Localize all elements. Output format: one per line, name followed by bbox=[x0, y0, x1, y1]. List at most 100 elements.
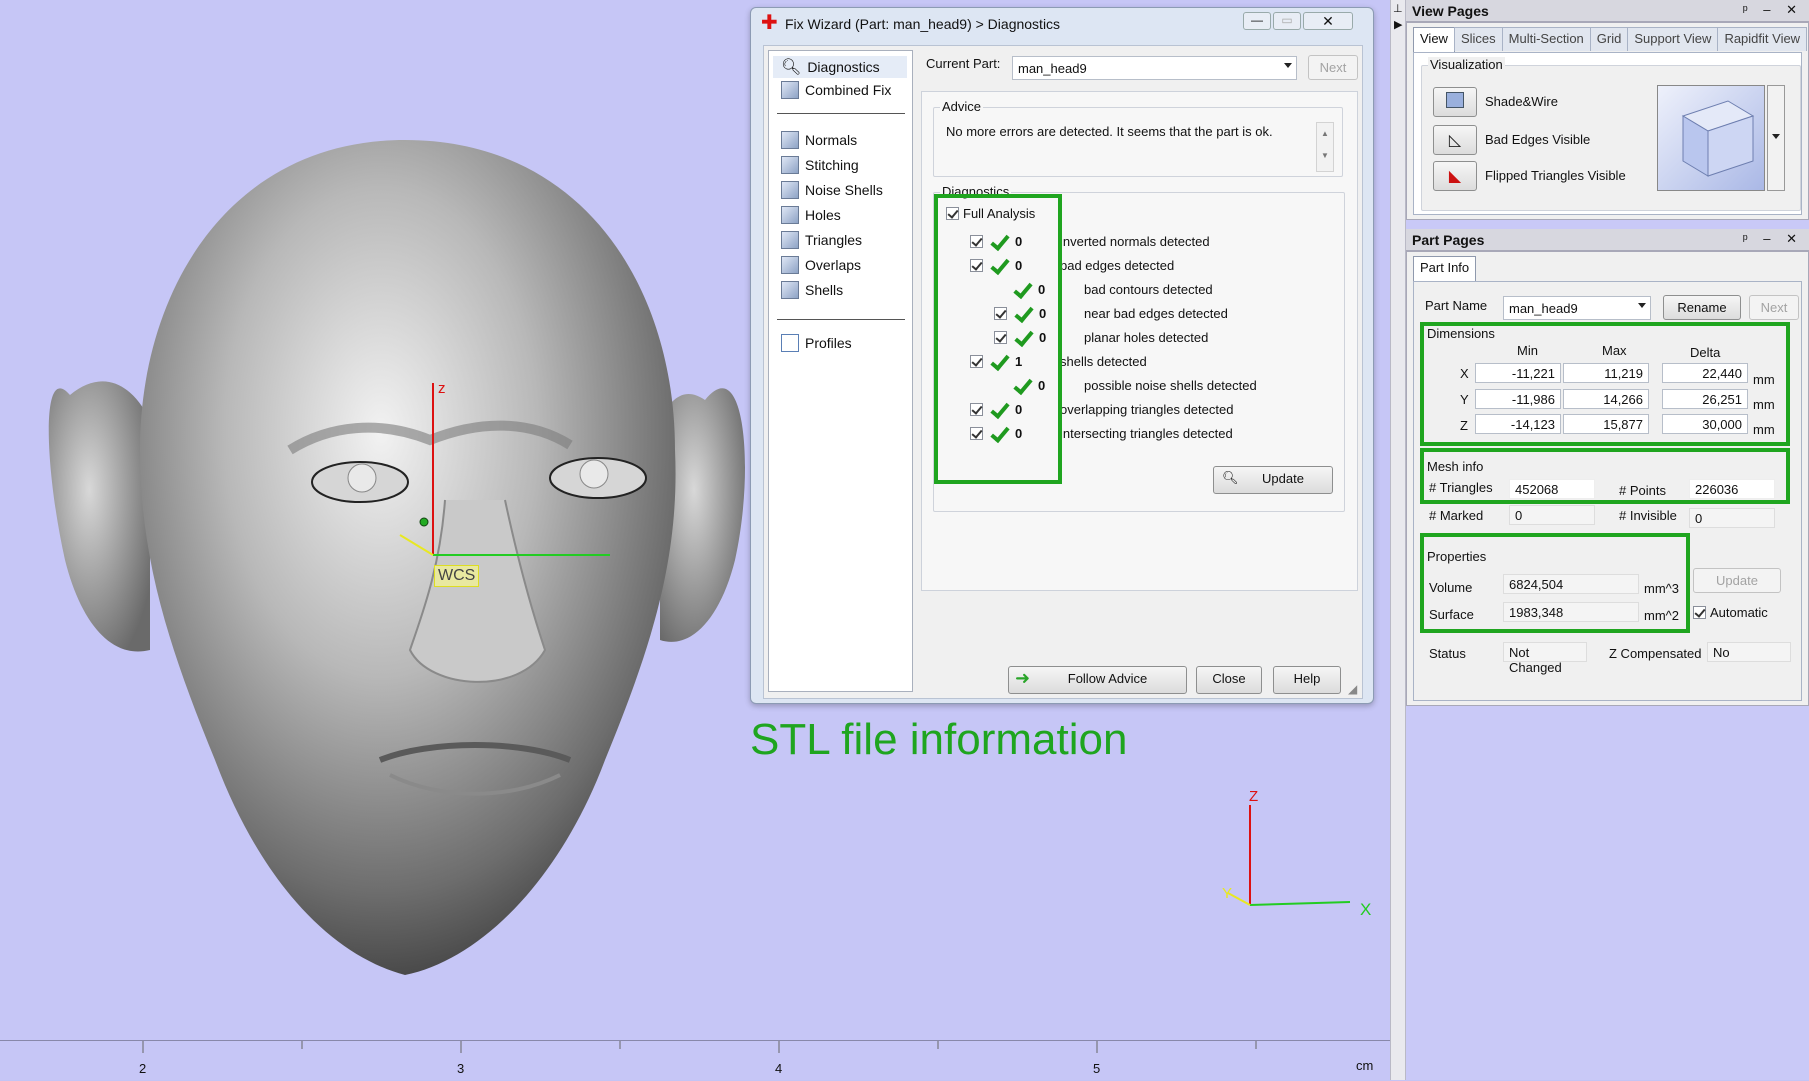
minimize-icon[interactable]: — bbox=[1243, 12, 1271, 30]
diag-text: overlapping triangles detected bbox=[1060, 402, 1234, 417]
chevron-down-icon bbox=[1284, 63, 1292, 68]
magnifier-icon: 🔍︎ bbox=[1222, 470, 1239, 485]
nav-item-profiles[interactable]: Profiles bbox=[781, 334, 852, 352]
invisible-value: 0 bbox=[1689, 508, 1775, 528]
overlaps-icon bbox=[781, 256, 799, 274]
wcs-label: WCS bbox=[434, 565, 480, 587]
marked-value: 0 bbox=[1509, 505, 1595, 525]
ruler-tick-4: 4 bbox=[775, 1061, 783, 1076]
flipped-triangles-icon: ◣ bbox=[1448, 168, 1462, 185]
part-name-select[interactable]: man_head9 bbox=[1503, 296, 1651, 320]
view-tabs: View Slices Multi-Section Grid Support V… bbox=[1413, 27, 1808, 52]
current-part-select[interactable]: man_head9 bbox=[1012, 56, 1297, 80]
flipped-triangles-button[interactable]: ◣ bbox=[1433, 161, 1477, 191]
noise-shells-icon bbox=[781, 181, 799, 199]
tab-slices[interactable]: Slices bbox=[1453, 27, 1503, 51]
close-button[interactable]: Close bbox=[1196, 666, 1262, 694]
nav-item-normals[interactable]: Normals bbox=[781, 131, 857, 149]
flipped-triangles-label: Flipped Triangles Visible bbox=[1485, 168, 1626, 183]
nav-item-combined-fix[interactable]: Combined Fix bbox=[781, 81, 891, 99]
current-part-label: Current Part: bbox=[926, 56, 1001, 71]
ruler-tick-5: 5 bbox=[1093, 1061, 1101, 1076]
view-cube-icon bbox=[1681, 100, 1755, 177]
resize-grip-icon[interactable]: ◢ bbox=[1348, 682, 1357, 696]
red-cross-icon: ✚ bbox=[761, 12, 778, 34]
fix-wizard-dialog: ✚ Fix Wizard (Part: man_head9) > Diagnos… bbox=[750, 7, 1374, 704]
tab-support-view[interactable]: Support View bbox=[1627, 27, 1719, 51]
part-tabs: Part Info bbox=[1413, 256, 1477, 281]
collapse-arrow-icon[interactable]: ▶ bbox=[1394, 18, 1402, 31]
nav-item-overlaps[interactable]: Overlaps bbox=[781, 256, 861, 274]
marked-label: # Marked bbox=[1429, 508, 1484, 523]
panel-controls-icon[interactable]: ᵖ – ✕ bbox=[1743, 231, 1803, 247]
part-pages-panel: Part Info Part Name man_head9 Rename Nex… bbox=[1406, 251, 1809, 706]
diag-text: shells detected bbox=[1060, 354, 1147, 369]
nav-item-stitching[interactable]: Stitching bbox=[781, 156, 859, 174]
dialog-titlebar[interactable]: ✚ Fix Wizard (Part: man_head9) > Diagnos… bbox=[751, 8, 1373, 38]
diagnostics-content: Advice No more errors are detected. It s… bbox=[921, 91, 1358, 591]
z-compensated-label: Z Compensated bbox=[1609, 646, 1702, 661]
nav-item-noise-shells[interactable]: Noise Shells bbox=[781, 181, 883, 199]
advice-group: Advice No more errors are detected. It s… bbox=[933, 99, 1343, 177]
chevron-down-icon bbox=[1638, 303, 1646, 308]
triad-y-label: Y bbox=[1222, 885, 1233, 902]
help-button[interactable]: Help bbox=[1273, 666, 1341, 694]
automatic-checkbox[interactable] bbox=[1693, 605, 1706, 619]
maximize-icon[interactable]: ▭ bbox=[1273, 12, 1301, 30]
update-button[interactable]: 🔍︎ Update bbox=[1213, 466, 1333, 494]
nav-item-shells[interactable]: Shells bbox=[781, 281, 843, 299]
dialog-title: Fix Wizard (Part: man_head9) > Diagnosti… bbox=[785, 16, 1061, 32]
status-value: Not Changed bbox=[1503, 642, 1587, 675]
view-pages-titlebar[interactable]: View Pages ᵖ – ✕ bbox=[1406, 0, 1809, 22]
caption-text: STL file information bbox=[750, 715, 1128, 764]
diag-text: possible noise shells detected bbox=[1084, 378, 1257, 393]
dimensions-highlight bbox=[1420, 322, 1790, 446]
combined-fix-icon bbox=[781, 81, 799, 99]
part-pages-titlebar[interactable]: Part Pages ᵖ – ✕ bbox=[1406, 229, 1809, 251]
ruler: 2 3 4 5 cm bbox=[0, 1040, 1390, 1080]
shade-wire-label: Shade&Wire bbox=[1485, 94, 1558, 109]
view-cube[interactable] bbox=[1657, 85, 1765, 191]
follow-advice-button[interactable]: ➜ Follow Advice bbox=[1008, 666, 1187, 694]
cube-shade-icon bbox=[1446, 92, 1464, 108]
properties-highlight bbox=[1420, 533, 1690, 633]
automatic-row[interactable]: Automatic bbox=[1693, 601, 1768, 623]
diag-text: intersecting triangles detected bbox=[1060, 426, 1233, 441]
triangles-icon bbox=[781, 231, 799, 249]
nav-item-diagnostics[interactable]: 🔍︎ Diagnostics bbox=[773, 56, 907, 78]
shade-wire-button[interactable] bbox=[1433, 87, 1477, 117]
next-button[interactable]: Next bbox=[1749, 295, 1799, 320]
axis-z-label: z bbox=[438, 380, 446, 397]
advice-text: No more errors are detected. It seems th… bbox=[946, 124, 1273, 139]
tab-rapidfit-view[interactable]: Rapidfit View bbox=[1717, 27, 1808, 51]
tab-multi-section[interactable]: Multi-Section bbox=[1501, 27, 1591, 51]
update-button[interactable]: Update bbox=[1693, 568, 1781, 593]
pin-icon[interactable]: ⊥ bbox=[1393, 2, 1403, 15]
nav-item-holes[interactable]: Holes bbox=[781, 206, 841, 224]
magnifier-icon: 🔍︎ bbox=[781, 59, 802, 76]
view-cube-dropdown[interactable] bbox=[1767, 85, 1785, 191]
part-name-label: Part Name bbox=[1425, 298, 1488, 313]
z-compensated-value: No bbox=[1707, 642, 1791, 662]
rename-button[interactable]: Rename bbox=[1663, 295, 1741, 320]
ruler-ticks bbox=[142, 1041, 1257, 1053]
invisible-label: # Invisible bbox=[1619, 508, 1677, 523]
status-label: Status bbox=[1429, 646, 1466, 661]
close-icon[interactable]: ✕ bbox=[1303, 12, 1353, 30]
panel-splitter[interactable]: ⊥ ▶ bbox=[1390, 0, 1406, 1080]
shells-icon bbox=[781, 281, 799, 299]
nav-item-triangles[interactable]: Triangles bbox=[781, 231, 862, 249]
tab-part-info[interactable]: Part Info bbox=[1413, 256, 1477, 281]
chevron-down-icon bbox=[1772, 134, 1780, 139]
bad-edges-button[interactable]: ◺ bbox=[1433, 125, 1477, 155]
diag-text: near bad edges detected bbox=[1084, 306, 1228, 321]
tab-grid[interactable]: Grid bbox=[1589, 27, 1629, 51]
normals-icon bbox=[781, 131, 799, 149]
diag-text: bad edges detected bbox=[1060, 258, 1175, 273]
panel-controls-icon[interactable]: ᵖ – ✕ bbox=[1743, 2, 1803, 18]
next-button[interactable]: Next bbox=[1308, 55, 1358, 80]
tab-view[interactable]: View bbox=[1413, 27, 1455, 52]
advice-scrollbar[interactable]: ▲ ▼ bbox=[1316, 122, 1334, 172]
bad-edges-icon: ◺ bbox=[1448, 132, 1462, 149]
ruler-tick-2: 2 bbox=[139, 1061, 147, 1076]
